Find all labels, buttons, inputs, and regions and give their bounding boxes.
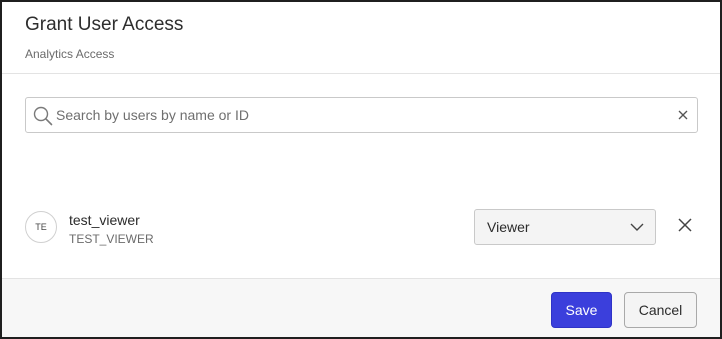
user-row: TE test_viewer TEST_VIEWER Viewer	[25, 207, 698, 249]
dialog-footer: Save Cancel	[2, 278, 720, 337]
search-icon	[33, 106, 53, 126]
user-search-box	[25, 97, 698, 133]
grant-user-access-dialog: Grant User Access Analytics Access TE te…	[0, 0, 722, 339]
dialog-subtitle: Analytics Access	[25, 47, 115, 61]
role-select-value: Viewer	[487, 219, 530, 235]
avatar: TE	[25, 211, 57, 243]
user-id: TEST_VIEWER	[69, 232, 154, 246]
save-button[interactable]: Save	[551, 292, 612, 328]
close-icon[interactable]	[677, 109, 689, 121]
user-name: test_viewer	[69, 212, 140, 228]
dialog-header: Grant User Access Analytics Access	[2, 2, 720, 74]
role-select[interactable]: Viewer	[474, 209, 656, 245]
cancel-button[interactable]: Cancel	[624, 292, 697, 328]
chevron-down-icon	[630, 223, 644, 231]
search-input[interactable]	[56, 98, 666, 132]
remove-user-close-icon[interactable]	[677, 217, 693, 233]
dialog-title: Grant User Access	[25, 14, 184, 35]
